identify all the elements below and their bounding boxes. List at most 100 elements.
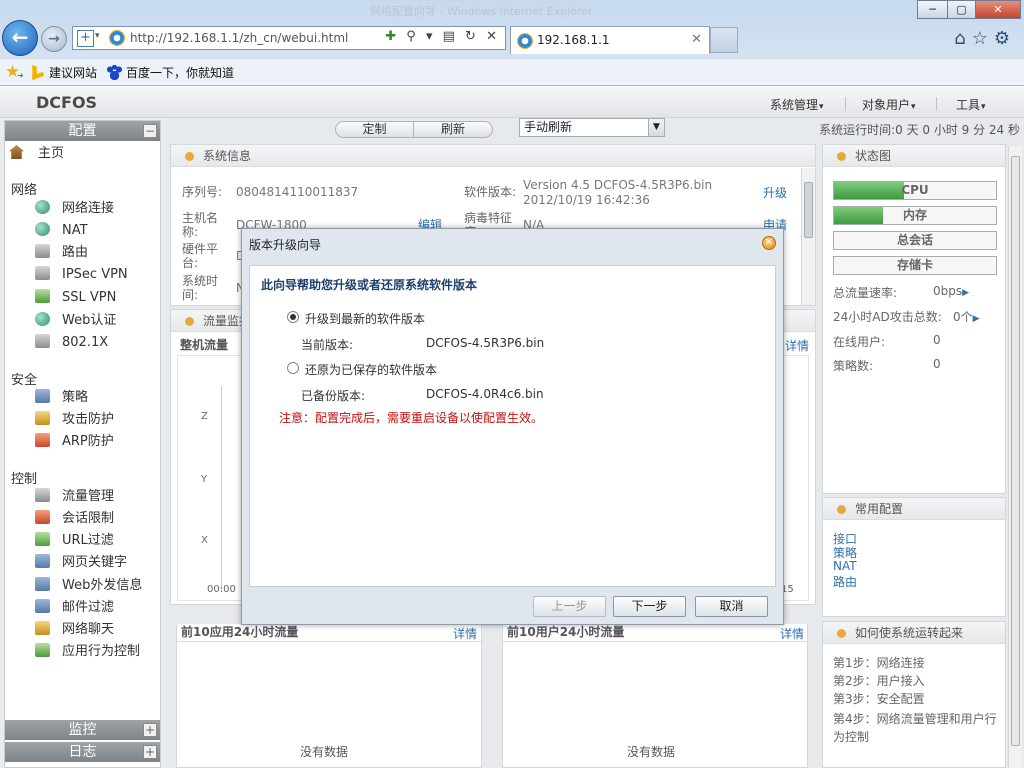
upgrade-link[interactable]: 升级 <box>763 184 787 201</box>
scrollbar-thumb[interactable] <box>1011 156 1020 746</box>
sidebar-item-url-filter[interactable]: URL过滤 <box>35 531 114 551</box>
previous-button[interactable]: 上一步 <box>533 596 606 617</box>
x-tick-label: 00:00 <box>207 584 236 595</box>
tab-close-icon[interactable]: ✕ <box>691 32 702 47</box>
sidebar-config-header[interactable]: 配置 − <box>5 121 160 141</box>
browser-tab[interactable]: 192.168.1.1 ✕ <box>510 26 710 54</box>
menu-tools[interactable]: 工具 <box>956 96 986 113</box>
sidebar-monitor-header[interactable]: 监控 + <box>5 720 160 740</box>
collapse-icon[interactable]: − <box>143 124 157 138</box>
address-url[interactable]: http://192.168.1.1/zh_cn/webui.html <box>130 31 348 45</box>
common-link-nat[interactable]: NAT <box>833 559 857 573</box>
search-dropdown-icon[interactable]: ▾ <box>426 29 436 44</box>
app-behavior-icon <box>35 643 50 657</box>
upgrade-radio[interactable] <box>287 311 299 323</box>
memory-label: 内存 <box>902 208 927 222</box>
refresh-mode-value: 手动刷新 <box>524 120 573 134</box>
search-icon[interactable]: ⚲ <box>406 29 419 44</box>
page-icon[interactable]: ▤ <box>443 29 458 44</box>
sidebar-item-session-limit[interactable]: 会话限制 <box>35 509 114 529</box>
attacks-value[interactable]: 0个▶ <box>953 308 980 325</box>
restore-radio[interactable] <box>287 362 299 374</box>
restore-option-label[interactable]: 还原为已保存的软件版本 <box>305 361 437 378</box>
sidebar-item-web-keyword[interactable]: 网页关键字 <box>35 553 127 573</box>
sidebar-item-home[interactable]: 主页 <box>9 144 64 164</box>
sidebar-item-8021x[interactable]: 802.1X <box>35 333 108 353</box>
sidebar-item-label: 会话限制 <box>62 511 115 526</box>
common-link-routing[interactable]: 路由 <box>833 573 857 590</box>
network-connection-icon <box>35 200 50 214</box>
top10-apps-details-link[interactable]: 详情 <box>453 625 477 642</box>
software-version-value: Version 4.5 DCFOS-4.5R3P6.bin <box>523 178 713 192</box>
ie-page-icon <box>109 30 125 46</box>
menu-objects-users[interactable]: 对象用户 <box>862 96 916 113</box>
minimize-button[interactable]: ─ <box>917 0 948 19</box>
gear-icon[interactable]: ⚙ <box>994 28 1016 49</box>
new-tab-button[interactable] <box>710 27 738 53</box>
chevron-down-icon[interactable]: ▼ <box>648 119 664 136</box>
sidebar-item-attack-defense[interactable]: 攻击防护 <box>35 410 114 430</box>
close-icon[interactable]: ✕ <box>762 236 776 250</box>
refresh-mode-select[interactable]: 手动刷新 ▼ <box>519 118 665 137</box>
logo: DCFOS <box>36 93 98 112</box>
browser-tool-icons: ⌂☆⚙ <box>954 28 1016 49</box>
forward-button[interactable]: → <box>41 26 67 52</box>
sidebar-item-network-connection[interactable]: 网络连接 <box>35 199 114 219</box>
back-button[interactable]: ← <box>2 20 38 56</box>
sidebar-item-routing[interactable]: 路由 <box>35 243 88 263</box>
sidebar-log-header[interactable]: 日志 + <box>5 742 160 762</box>
address-dropdown-icon[interactable]: ▾ <box>95 31 100 41</box>
favorites-star-icon[interactable]: ☆ <box>972 28 994 49</box>
compatibility-icon[interactable]: ✚ <box>385 29 399 44</box>
scrollbar-thumb[interactable] <box>804 182 813 238</box>
top10-users-details-link[interactable]: 详情 <box>780 625 804 642</box>
memory-bar: 内存 <box>833 206 997 225</box>
traffic-rate-label: 总流量速率: <box>833 286 898 300</box>
sidebar-item-web-auth[interactable]: Web认证 <box>35 311 116 331</box>
sidebar-item-ipsec-vpn[interactable]: IPSec VPN <box>35 265 128 285</box>
session-limit-icon <box>35 510 50 524</box>
page-scrollbar[interactable] <box>1008 146 1022 768</box>
system-info-scrollbar[interactable] <box>801 168 815 305</box>
home-icon[interactable]: ⌂ <box>954 28 971 49</box>
address-bar[interactable]: + ▾ http://192.168.1.1/zh_cn/webui.html … <box>72 26 506 50</box>
backup-version-label: 已备份版本: <box>301 389 366 403</box>
sidebar-item-im-chat[interactable]: 网络聊天 <box>35 620 114 640</box>
traffic-rate-value[interactable]: 0bps▶ <box>933 284 969 298</box>
add-site-icon[interactable]: + <box>77 30 94 47</box>
sidebar-item-web-outbound[interactable]: Web外发信息 <box>35 576 142 596</box>
backup-version-value: DCFOS-4.0R4c6.bin <box>426 387 544 401</box>
sidebar-item-nat[interactable]: NAT <box>35 221 88 241</box>
favorite-suggested-sites[interactable]: 建议网站 <box>30 64 97 81</box>
nat-icon <box>35 222 50 236</box>
menu-system-admin[interactable]: 系统管理 <box>770 96 824 113</box>
close-window-button[interactable]: ✕ <box>975 0 1021 19</box>
customize-button[interactable]: 定制 <box>335 121 414 138</box>
sidebar-item-traffic-management[interactable]: 流量管理 <box>35 487 114 507</box>
favorite-baidu[interactable]: 百度一下，你就知道 <box>107 64 234 81</box>
sidebar-item-arp-defense[interactable]: ARP防护 <box>35 432 114 452</box>
expand-icon[interactable]: + <box>143 745 157 759</box>
chevron-right-icon: ▶ <box>972 314 980 324</box>
sidebar-item-mail-filter[interactable]: 邮件过滤 <box>35 598 114 618</box>
stop-icon[interactable]: ✕ <box>486 29 500 44</box>
sidebar-item-ssl-vpn[interactable]: SSL VPN <box>35 288 116 308</box>
sidebar: 配置 − 主页 网络 网络连接 NAT 路由 IPSec VPN SSL VPN… <box>4 120 161 768</box>
maximize-button[interactable]: ▢ <box>947 0 976 19</box>
traffic-rate-text: 0bps <box>933 284 963 298</box>
online-users-value: 0 <box>933 333 941 347</box>
traffic-details-link[interactable]: 详情 <box>785 337 809 354</box>
expand-icon[interactable]: + <box>143 723 157 737</box>
next-button[interactable]: 下一步 <box>613 596 686 617</box>
cancel-button[interactable]: 取消 <box>695 596 768 617</box>
sidebar-log-title: 日志 <box>68 744 97 760</box>
web-auth-icon <box>35 312 50 326</box>
attacks-text: 0个 <box>953 310 973 324</box>
top10-users-panel: 前10用户24小时流量 详情 没有数据 <box>502 624 809 768</box>
sidebar-item-policy[interactable]: 策略 <box>35 388 88 408</box>
reload-icon[interactable]: ↻ <box>465 29 479 44</box>
upgrade-option-label[interactable]: 升级到最新的软件版本 <box>305 310 425 327</box>
refresh-button[interactable]: 刷新 <box>413 121 493 138</box>
top10-apps-panel: 前10应用24小时流量 详情 没有数据 <box>176 624 483 768</box>
sidebar-item-app-behavior[interactable]: 应用行为控制 <box>35 642 140 662</box>
